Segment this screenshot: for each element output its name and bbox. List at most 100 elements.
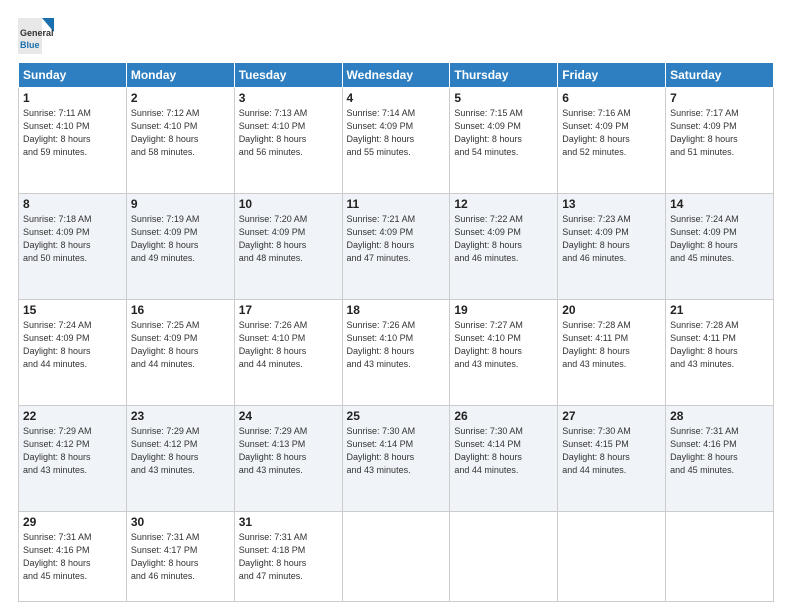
day-number: 12 [454, 197, 553, 211]
day-info: Sunrise: 7:26 AMSunset: 4:10 PMDaylight:… [347, 319, 446, 371]
day-info: Sunrise: 7:31 AMSunset: 4:16 PMDaylight:… [23, 531, 122, 583]
day-number: 10 [239, 197, 338, 211]
calendar-cell: 20Sunrise: 7:28 AMSunset: 4:11 PMDayligh… [558, 299, 666, 405]
weekday-header-monday: Monday [126, 63, 234, 88]
calendar-cell: 9 Sunrise: 7:19 AMSunset: 4:09 PMDaylight… [126, 193, 234, 299]
svg-text:Blue: Blue [20, 40, 40, 50]
calendar-cell: 6Sunrise: 7:16 AMSunset: 4:09 PMDaylight… [558, 88, 666, 194]
day-info: Sunrise: 7:22 AMSunset: 4:09 PMDaylight:… [454, 213, 553, 265]
day-info: Sunrise: 7:17 AMSunset: 4:09 PMDaylight:… [670, 107, 769, 159]
calendar-cell: 29 Sunrise: 7:31 AMSunset: 4:16 PMDayligh… [19, 511, 127, 602]
day-info: Sunrise: 7:29 AMSunset: 4:12 PMDaylight:… [23, 425, 122, 477]
day-number: 7 [670, 91, 769, 105]
calendar-week-row: 29 Sunrise: 7:31 AMSunset: 4:16 PMDayligh… [19, 511, 774, 602]
day-info: Sunrise: 7:13 AMSunset: 4:10 PMDaylight:… [239, 107, 338, 159]
day-number: 19 [454, 303, 553, 317]
day-info: Sunrise: 7:25 AMSunset: 4:09 PMDaylight:… [131, 319, 230, 371]
calendar-cell: 7 Sunrise: 7:17 AMSunset: 4:09 PMDaylight… [666, 88, 774, 194]
day-info: Sunrise: 7:28 AMSunset: 4:11 PMDaylight:… [670, 319, 769, 371]
calendar-table: SundayMondayTuesdayWednesdayThursdayFrid… [18, 62, 774, 602]
weekday-header-friday: Friday [558, 63, 666, 88]
day-info: Sunrise: 7:30 AMSunset: 4:15 PMDaylight:… [562, 425, 661, 477]
calendar-week-row: 22 Sunrise: 7:29 AMSunset: 4:12 PMDayligh… [19, 405, 774, 511]
day-number: 21 [670, 303, 769, 317]
calendar-week-row: 1Sunrise: 7:11 AMSunset: 4:10 PMDaylight… [19, 88, 774, 194]
day-number: 16 [131, 303, 230, 317]
day-number: 1 [23, 91, 122, 105]
calendar-cell: 5 Sunrise: 7:15 AMSunset: 4:09 PMDaylight… [450, 88, 558, 194]
day-info: Sunrise: 7:31 AMSunset: 4:18 PMDaylight:… [239, 531, 338, 583]
calendar-cell: 15Sunrise: 7:24 AMSunset: 4:09 PMDayligh… [19, 299, 127, 405]
calendar-cell: 3 Sunrise: 7:13 AMSunset: 4:10 PMDaylight… [234, 88, 342, 194]
logo: General Blue [18, 18, 54, 54]
calendar-cell [342, 511, 450, 602]
day-number: 13 [562, 197, 661, 211]
day-number: 20 [562, 303, 661, 317]
day-number: 6 [562, 91, 661, 105]
calendar-cell: 1Sunrise: 7:11 AMSunset: 4:10 PMDaylight… [19, 88, 127, 194]
day-info: Sunrise: 7:19 AMSunset: 4:09 PMDaylight:… [131, 213, 230, 265]
calendar-cell: 11 Sunrise: 7:21 AMSunset: 4:09 PMDayligh… [342, 193, 450, 299]
day-info: Sunrise: 7:30 AMSunset: 4:14 PMDaylight:… [454, 425, 553, 477]
calendar-cell: 27Sunrise: 7:30 AMSunset: 4:15 PMDayligh… [558, 405, 666, 511]
day-number: 4 [347, 91, 446, 105]
calendar-week-row: 8Sunrise: 7:18 AMSunset: 4:09 PMDaylight… [19, 193, 774, 299]
calendar-cell [666, 511, 774, 602]
day-info: Sunrise: 7:14 AMSunset: 4:09 PMDaylight:… [347, 107, 446, 159]
day-number: 28 [670, 409, 769, 423]
page: General Blue SundayMondayTuesdayWednesda… [0, 0, 792, 612]
calendar-header-row: SundayMondayTuesdayWednesdayThursdayFrid… [19, 63, 774, 88]
calendar-cell: 28 Sunrise: 7:31 AMSunset: 4:16 PMDayligh… [666, 405, 774, 511]
day-number: 17 [239, 303, 338, 317]
logo-icon: General Blue [18, 18, 54, 54]
day-number: 5 [454, 91, 553, 105]
calendar-cell: 16 Sunrise: 7:25 AMSunset: 4:09 PMDayligh… [126, 299, 234, 405]
calendar-cell: 21 Sunrise: 7:28 AMSunset: 4:11 PMDayligh… [666, 299, 774, 405]
calendar-cell [558, 511, 666, 602]
calendar-cell: 17 Sunrise: 7:26 AMSunset: 4:10 PMDayligh… [234, 299, 342, 405]
calendar-cell: 14 Sunrise: 7:24 AMSunset: 4:09 PMDayligh… [666, 193, 774, 299]
day-number: 3 [239, 91, 338, 105]
day-number: 30 [131, 515, 230, 529]
day-number: 2 [131, 91, 230, 105]
calendar-cell: 2Sunrise: 7:12 AMSunset: 4:10 PMDaylight… [126, 88, 234, 194]
calendar-cell: 22 Sunrise: 7:29 AMSunset: 4:12 PMDayligh… [19, 405, 127, 511]
day-number: 18 [347, 303, 446, 317]
day-info: Sunrise: 7:15 AMSunset: 4:09 PMDaylight:… [454, 107, 553, 159]
day-number: 22 [23, 409, 122, 423]
day-number: 26 [454, 409, 553, 423]
calendar-cell: 23Sunrise: 7:29 AMSunset: 4:12 PMDayligh… [126, 405, 234, 511]
day-number: 31 [239, 515, 338, 529]
day-info: Sunrise: 7:27 AMSunset: 4:10 PMDaylight:… [454, 319, 553, 371]
day-number: 9 [131, 197, 230, 211]
weekday-header-tuesday: Tuesday [234, 63, 342, 88]
svg-text:General: General [20, 28, 54, 38]
day-info: Sunrise: 7:24 AMSunset: 4:09 PMDaylight:… [670, 213, 769, 265]
weekday-header-thursday: Thursday [450, 63, 558, 88]
calendar-cell: 12 Sunrise: 7:22 AMSunset: 4:09 PMDayligh… [450, 193, 558, 299]
day-number: 25 [347, 409, 446, 423]
weekday-header-wednesday: Wednesday [342, 63, 450, 88]
calendar-cell: 13 Sunrise: 7:23 AMSunset: 4:09 PMDayligh… [558, 193, 666, 299]
day-number: 24 [239, 409, 338, 423]
calendar-cell: 24 Sunrise: 7:29 AMSunset: 4:13 PMDayligh… [234, 405, 342, 511]
calendar-cell [450, 511, 558, 602]
calendar-cell: 26 Sunrise: 7:30 AMSunset: 4:14 PMDayligh… [450, 405, 558, 511]
calendar-week-row: 15Sunrise: 7:24 AMSunset: 4:09 PMDayligh… [19, 299, 774, 405]
day-number: 14 [670, 197, 769, 211]
day-info: Sunrise: 7:18 AMSunset: 4:09 PMDaylight:… [23, 213, 122, 265]
day-number: 15 [23, 303, 122, 317]
day-info: Sunrise: 7:29 AMSunset: 4:13 PMDaylight:… [239, 425, 338, 477]
header: General Blue [18, 18, 774, 54]
day-info: Sunrise: 7:21 AMSunset: 4:09 PMDaylight:… [347, 213, 446, 265]
day-info: Sunrise: 7:23 AMSunset: 4:09 PMDaylight:… [562, 213, 661, 265]
calendar-cell: 8Sunrise: 7:18 AMSunset: 4:09 PMDaylight… [19, 193, 127, 299]
weekday-header-sunday: Sunday [19, 63, 127, 88]
day-info: Sunrise: 7:26 AMSunset: 4:10 PMDaylight:… [239, 319, 338, 371]
day-number: 29 [23, 515, 122, 529]
day-number: 11 [347, 197, 446, 211]
day-info: Sunrise: 7:31 AMSunset: 4:16 PMDaylight:… [670, 425, 769, 477]
weekday-header-saturday: Saturday [666, 63, 774, 88]
day-number: 23 [131, 409, 230, 423]
calendar-cell: 18 Sunrise: 7:26 AMSunset: 4:10 PMDayligh… [342, 299, 450, 405]
